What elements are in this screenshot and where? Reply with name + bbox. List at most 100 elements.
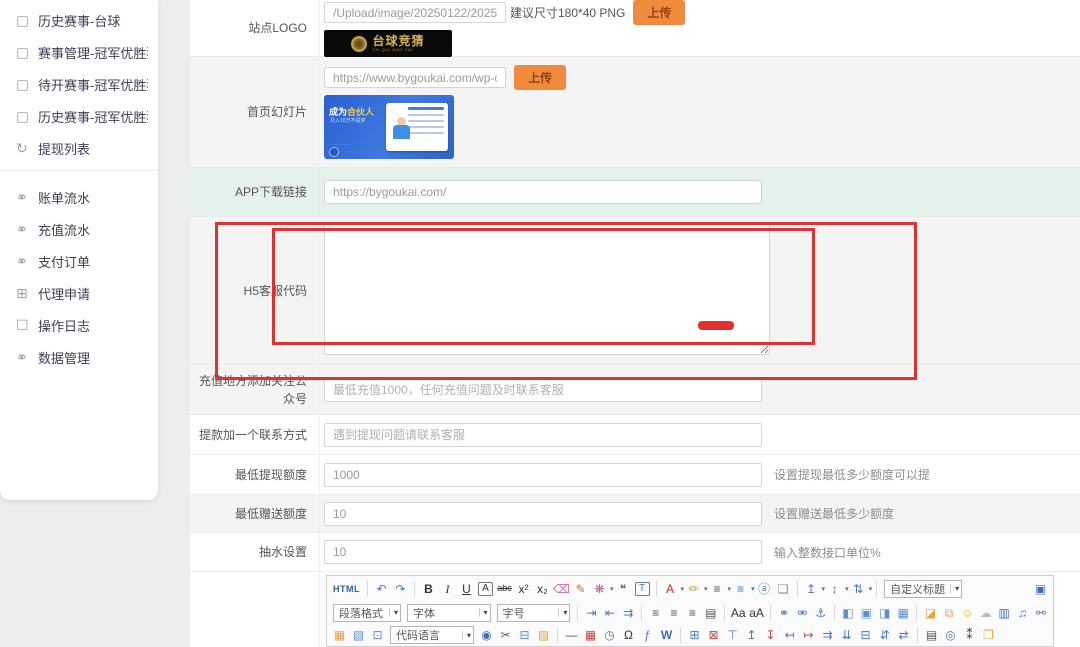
image-manager-icon[interactable]: ⧉ bbox=[940, 604, 958, 622]
split-cols-icon[interactable]: ⇄ bbox=[894, 626, 913, 644]
unordered-list-icon[interactable]: ≡ bbox=[731, 580, 750, 598]
image-float-right-icon[interactable]: ◨ bbox=[876, 604, 894, 622]
formula-icon[interactable]: ƒ bbox=[638, 626, 657, 644]
align-center-icon[interactable]: ≡ bbox=[665, 604, 683, 622]
ordered-list-icon[interactable]: ≡ bbox=[708, 580, 727, 598]
insert-video-icon[interactable]: ▥ bbox=[995, 604, 1013, 622]
align-right-icon[interactable]: ≡ bbox=[683, 604, 701, 622]
unlink-icon[interactable]: ⚮ bbox=[793, 604, 811, 622]
chevron-down-icon[interactable]: ▾ bbox=[869, 585, 873, 593]
space-top-icon[interactable]: ↥ bbox=[802, 580, 821, 598]
upload-slider-button[interactable]: 上传 bbox=[514, 65, 566, 90]
font-color-icon[interactable]: A bbox=[661, 580, 680, 598]
sidebar-item-recharge-flow[interactable]: ⚭充值流水 bbox=[0, 213, 158, 245]
background-icon[interactable]: ▨ bbox=[534, 626, 553, 644]
insert-row-icon[interactable]: ↥ bbox=[742, 626, 761, 644]
search-replace-icon[interactable]: ⁑ bbox=[960, 626, 979, 644]
strikethrough-icon[interactable]: abc bbox=[495, 580, 514, 598]
emotion-icon[interactable]: ☺ bbox=[958, 604, 976, 622]
chevron-down-icon[interactable]: ▾ bbox=[610, 585, 614, 593]
insert-col-icon[interactable]: ↤ bbox=[780, 626, 799, 644]
font-family-select[interactable]: 字体▾ bbox=[407, 604, 491, 622]
upload-logo-button[interactable]: 上传 bbox=[633, 0, 685, 25]
merge-cells-icon[interactable]: ⊟ bbox=[856, 626, 875, 644]
undo-icon[interactable]: ↶ bbox=[372, 580, 391, 598]
lowercase-icon[interactable]: aA bbox=[747, 604, 765, 622]
delete-table-icon[interactable]: ⊠ bbox=[704, 626, 723, 644]
image-album-icon[interactable]: ▧ bbox=[349, 626, 368, 644]
rake-input[interactable] bbox=[324, 540, 762, 564]
paste-text-icon[interactable]: T bbox=[635, 582, 650, 596]
italic-icon[interactable]: I bbox=[438, 580, 457, 598]
site-logo-input[interactable] bbox=[324, 2, 506, 23]
date-icon[interactable]: ▦ bbox=[581, 626, 600, 644]
remove-format-icon[interactable]: ⌫ bbox=[552, 580, 571, 598]
sidebar-item-bill-flow[interactable]: ⚭账单流水 bbox=[0, 181, 158, 213]
attachment-icon[interactable]: ⚯ bbox=[1032, 604, 1050, 622]
sidebar-item-data-manage[interactable]: ⚭数据管理 bbox=[0, 341, 158, 373]
bold-icon[interactable]: B bbox=[419, 580, 438, 598]
blockquote-icon[interactable]: ❝ bbox=[614, 580, 633, 598]
chart-icon[interactable]: ▦ bbox=[330, 626, 349, 644]
split-rows-icon[interactable]: ⇵ bbox=[875, 626, 894, 644]
paint-more-icon[interactable]: ❋ bbox=[590, 580, 609, 598]
h5-service-code-textarea[interactable] bbox=[324, 222, 770, 355]
image-float-left-icon[interactable]: ◧ bbox=[839, 604, 857, 622]
insert-image-icon[interactable]: ◪ bbox=[921, 604, 939, 622]
anchor-text-icon[interactable]: ⓐ bbox=[755, 580, 774, 598]
template-icon[interactable]: ⊟ bbox=[515, 626, 534, 644]
sidebar-item-agent-apply[interactable]: ⊞代理申请 bbox=[0, 277, 158, 309]
sidebar-item-withdraw-list[interactable]: ↻提现列表 bbox=[0, 132, 158, 164]
uppercase-icon[interactable]: Aa bbox=[729, 604, 747, 622]
delete-row-icon[interactable]: ↧ bbox=[761, 626, 780, 644]
sidebar-item-match-manage-champion[interactable]: ▢赛事管理-冠军优胜猜 bbox=[0, 36, 158, 68]
sidebar-item-operation-log[interactable]: ☐操作日志 bbox=[0, 309, 158, 341]
word-image-icon[interactable]: W bbox=[657, 626, 676, 644]
indent-ltr-icon[interactable]: ⇥ bbox=[582, 604, 600, 622]
sidebar-item-history-billiards[interactable]: ▢历史赛事-台球 bbox=[0, 4, 158, 36]
slider-url-input[interactable] bbox=[324, 67, 506, 88]
custom-title-select[interactable]: 自定义标题▾ bbox=[884, 580, 962, 598]
align-left-icon[interactable]: ≡ bbox=[646, 604, 664, 622]
first-line-indent-icon[interactable]: ⇉ bbox=[619, 604, 637, 622]
indent-rtl-icon[interactable]: ⇤ bbox=[601, 604, 619, 622]
insert-table-icon[interactable]: ⊞ bbox=[685, 626, 704, 644]
underline-icon[interactable]: U bbox=[457, 580, 476, 598]
time-icon[interactable]: ◷ bbox=[600, 626, 619, 644]
min-withdraw-input[interactable] bbox=[324, 463, 762, 487]
preview-icon[interactable]: ◎ bbox=[941, 626, 960, 644]
delete-col-icon[interactable]: ↦ bbox=[799, 626, 818, 644]
print-icon[interactable]: ▤ bbox=[922, 626, 941, 644]
back-color-icon[interactable]: ✏ bbox=[684, 580, 703, 598]
sidebar-item-history-champion[interactable]: ▢历史赛事-冠军优胜猜 bbox=[0, 100, 158, 132]
redo-icon[interactable]: ↷ bbox=[391, 580, 410, 598]
table-title-icon[interactable]: ⊤ bbox=[723, 626, 742, 644]
border-text-icon[interactable]: A bbox=[478, 582, 493, 596]
app-link-input[interactable] bbox=[324, 180, 762, 204]
sidebar-item-upcoming-champion[interactable]: ▢待开赛事-冠军优胜猜 bbox=[0, 68, 158, 100]
insert-frame-icon[interactable]: ⊡ bbox=[368, 626, 387, 644]
withdraw-contact-input[interactable] bbox=[324, 423, 762, 447]
snippet-icon[interactable]: ❐ bbox=[979, 626, 998, 644]
image-inline-icon[interactable]: ▣ bbox=[857, 604, 875, 622]
special-char-icon[interactable]: Ω bbox=[619, 626, 638, 644]
format-painter-icon[interactable]: ✎ bbox=[571, 580, 590, 598]
link-icon[interactable]: ⚭ bbox=[775, 604, 793, 622]
code-language-select[interactable]: 代码语言▾ bbox=[390, 626, 474, 644]
image-center-icon[interactable]: ▦ bbox=[894, 604, 912, 622]
fullscreen-icon[interactable]: ▣ bbox=[1031, 580, 1050, 598]
insert-code-icon[interactable]: ◉ bbox=[477, 626, 496, 644]
merge-right-icon[interactable]: ⇉ bbox=[818, 626, 837, 644]
screen-capture-icon[interactable]: ☁ bbox=[977, 604, 995, 622]
html-source-button[interactable]: HTML bbox=[330, 584, 363, 594]
font-size-select[interactable]: 字号▾ bbox=[497, 604, 571, 622]
new-page-icon[interactable]: ❏ bbox=[774, 580, 793, 598]
superscript-icon[interactable]: x² bbox=[514, 580, 533, 598]
subscript-icon[interactable]: x₂ bbox=[533, 580, 552, 598]
space-middle-icon[interactable]: ↕ bbox=[825, 580, 844, 598]
merge-down-icon[interactable]: ⇊ bbox=[837, 626, 856, 644]
page-break-icon[interactable]: ✂ bbox=[496, 626, 515, 644]
anchor-icon[interactable]: ⚓ bbox=[812, 604, 830, 622]
min-gift-input[interactable] bbox=[324, 502, 762, 526]
insert-music-icon[interactable]: ♫ bbox=[1013, 604, 1031, 622]
